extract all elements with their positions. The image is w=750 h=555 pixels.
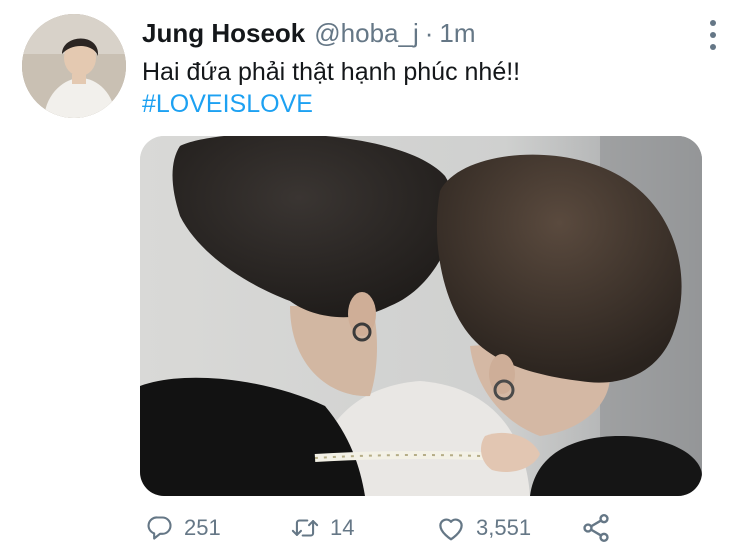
more-dot [710, 44, 716, 50]
like-button[interactable]: 3,551 [436, 510, 531, 546]
share-button[interactable] [580, 510, 612, 546]
tweet-media[interactable] [140, 136, 702, 496]
reply-button[interactable]: 251 [146, 510, 221, 546]
tweet-photo [140, 136, 702, 496]
heart-icon [439, 518, 463, 541]
avatar-photo [22, 14, 126, 118]
header-separator: · [424, 18, 434, 48]
retweet-button[interactable]: 14 [290, 510, 354, 546]
reply-icon [147, 516, 172, 540]
tweet-text: Hai đứa phải thật hạnh phúc nhé!! [142, 58, 521, 86]
tweet-timestamp[interactable]: 1m [439, 18, 475, 49]
like-count: 3,551 [476, 515, 532, 540]
hashtag-link[interactable]: #LOVEISLOVE [142, 88, 313, 120]
more-dot [710, 32, 716, 38]
author-name[interactable]: Jung Hoseok [142, 18, 305, 49]
tweet-header: Jung Hoseok @hoba_j · 1m [142, 18, 476, 52]
more-dot [710, 20, 716, 26]
avatar[interactable] [22, 14, 126, 118]
reply-count: 251 [184, 515, 221, 540]
more-vertical-icon[interactable] [708, 20, 718, 50]
tweet-actions: 251 14 3,551 [0, 510, 750, 546]
retweet-icon [291, 519, 319, 537]
share-icon [583, 514, 609, 542]
retweet-count: 14 [330, 515, 355, 540]
author-handle[interactable]: @hoba_j [314, 18, 418, 49]
